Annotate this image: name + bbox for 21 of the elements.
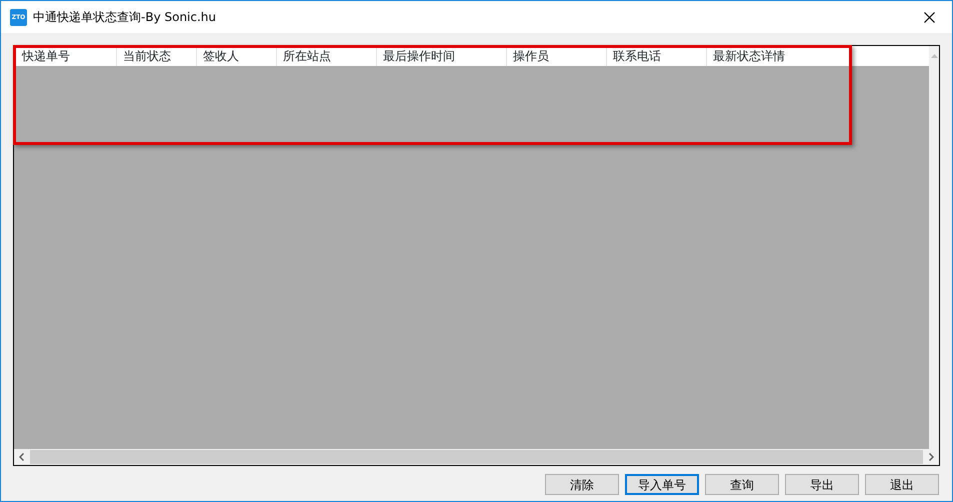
action-button[interactable]: 退出 bbox=[865, 474, 939, 495]
column-header[interactable]: 最后操作时间 bbox=[377, 46, 507, 66]
column-header[interactable]: 联系电话 bbox=[607, 46, 707, 66]
scroll-up-icon[interactable] bbox=[930, 54, 938, 58]
action-button[interactable]: 导出 bbox=[785, 474, 859, 495]
column-header[interactable]: 所在站点 bbox=[277, 46, 377, 66]
scroll-left-icon[interactable] bbox=[19, 453, 24, 461]
action-button[interactable]: 导入单号 bbox=[625, 474, 699, 495]
column-header[interactable]: 操作员 bbox=[507, 46, 607, 66]
scroll-thumb[interactable] bbox=[30, 450, 923, 464]
action-button[interactable]: 清除 bbox=[545, 474, 619, 495]
window-title: 中通快递单状态查询-By Sonic.hu bbox=[33, 9, 216, 26]
column-header[interactable]: 当前状态 bbox=[117, 46, 197, 66]
vertical-scrollbar[interactable] bbox=[929, 46, 939, 449]
horizontal-scrollbar[interactable] bbox=[14, 449, 939, 465]
column-header[interactable]: 签收人 bbox=[197, 46, 277, 66]
column-header[interactable]: 快递单号 bbox=[14, 46, 117, 66]
action-button[interactable]: 查询 bbox=[705, 474, 779, 495]
scroll-right-icon[interactable] bbox=[929, 453, 934, 461]
close-icon bbox=[924, 12, 934, 22]
column-header[interactable]: 最新状态详情 bbox=[707, 46, 929, 66]
